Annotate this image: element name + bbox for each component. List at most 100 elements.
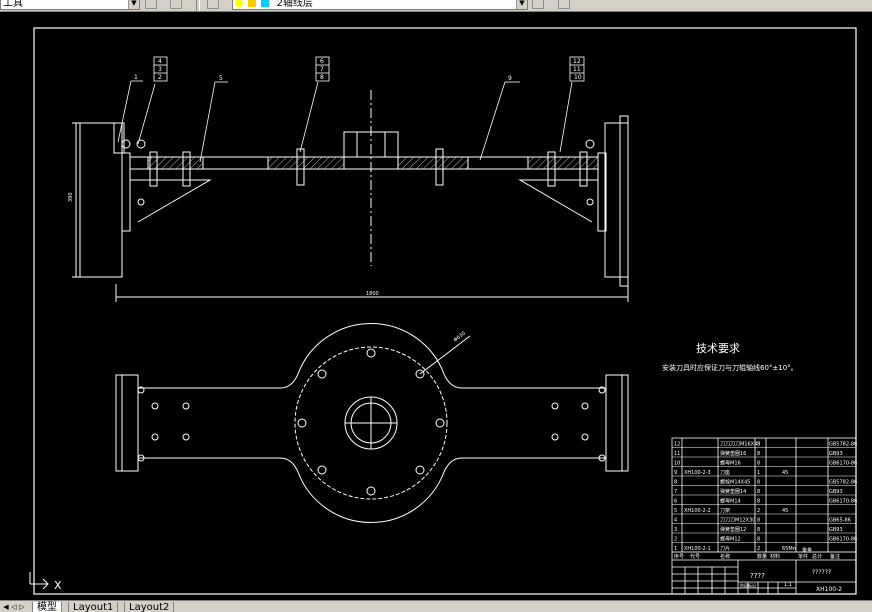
- bom-cell-qty: 8: [757, 518, 760, 524]
- bom-cell-no: 1: [674, 546, 677, 552]
- title-scale: 1:1: [784, 582, 792, 588]
- bom-header-total: 总计: [812, 553, 822, 560]
- bom-cell-no: 6: [674, 499, 677, 505]
- bom-header-remark: 备注: [830, 553, 840, 560]
- chevron-down-icon[interactable]: ▼: [516, 0, 527, 9]
- sun-icon: [248, 0, 257, 7]
- bom-cell-qty: 1: [757, 470, 760, 476]
- bom-cell-qty: 8: [757, 461, 760, 467]
- layer-previous-icon[interactable]: [558, 0, 570, 9]
- lightbulb-icon: [235, 0, 243, 7]
- bom-cell-std: GB93: [829, 451, 843, 457]
- bom-cell-std: GB5782-86: [829, 442, 857, 448]
- bom-cell-name: 弹簧垫圈14: [720, 488, 746, 495]
- ucs-x-label: X: [54, 579, 62, 592]
- balloon-4: 4: [158, 58, 162, 65]
- style-manager-icon[interactable]: [145, 0, 157, 9]
- bom-cell-qty: 2: [757, 508, 760, 514]
- bom-cell-code: XH100-2-1: [684, 546, 711, 552]
- title-company: ??????: [812, 569, 831, 576]
- bom-cell-std: GB6170-86: [829, 537, 857, 543]
- bom-cell-code: XH100-2-3: [684, 470, 711, 476]
- bom-cell-no: 10: [674, 461, 680, 467]
- bom-cell-name: 螺母M14: [720, 498, 741, 505]
- text-style-value: 工具: [3, 0, 23, 9]
- properties-toolbar: 工具 ▼ 2轴线层 ▼: [0, 0, 872, 12]
- bom-cell-qty: 8: [757, 489, 760, 495]
- bom-cell-name: 弹簧垫圈12: [720, 526, 746, 533]
- bom-cell-no: 3: [674, 527, 677, 533]
- layer-combo-value: 2轴线层: [276, 0, 313, 9]
- chevron-down-icon[interactable]: ▼: [128, 0, 139, 9]
- bom-cell-std: GB6170-86: [829, 461, 857, 467]
- bom-cell-qty: 8: [757, 527, 760, 533]
- bom-cell-std: GB93: [829, 527, 843, 533]
- bom-cell-no: 2: [674, 537, 677, 543]
- bom-cell-name: 刀片: [720, 545, 730, 552]
- bom-cell-name: 弹簧垫圈16: [720, 450, 746, 457]
- bom-cell-mat: 45: [782, 470, 788, 476]
- dim-width-label: 1800: [366, 291, 379, 297]
- bom-cell-std: GB93: [829, 489, 843, 495]
- balloon-12: 12: [573, 58, 581, 65]
- bom-header-unit: 单件: [798, 553, 808, 560]
- balloon-7: 7: [320, 66, 324, 73]
- balloon-2: 2: [158, 74, 162, 81]
- layout-tab-bar: ◀ ◁ ▷ 模型 Layout1 Layout2: [0, 600, 872, 612]
- bom-cell-qty: 8: [757, 480, 760, 486]
- title-drawing-no: XH100-2: [816, 586, 842, 593]
- bom-header-mat: 材料: [770, 553, 780, 560]
- bom-header-name: 名称: [720, 553, 730, 560]
- plan-view: Φ630: [115, 322, 629, 524]
- bom-cell-no: 5: [674, 508, 677, 514]
- text-style-combo[interactable]: 工具 ▼: [0, 0, 140, 10]
- bom-cell-qty: 8: [757, 537, 760, 543]
- bom-cell-code: XH100-2-2: [684, 508, 711, 514]
- dim-style-icon[interactable]: [170, 0, 182, 9]
- bom-cell-qty: 8: [757, 499, 760, 505]
- drawing-border: [33, 27, 857, 595]
- balloon-8-bolt: 8: [320, 74, 324, 81]
- bom-cell-name: 螺母M12: [720, 536, 741, 543]
- bom-cell-mat: 65Mn: [782, 546, 796, 552]
- front-view: 390 1800 1 2 3 4 5 6 7 8 9 10 11 12: [68, 56, 629, 302]
- balloon-11: 11: [573, 66, 581, 73]
- bom-cell-name: 刀座: [720, 469, 730, 476]
- balloon-3: 3: [158, 66, 162, 73]
- title-part-name: ????: [750, 572, 765, 580]
- bom-cell-no: 12: [674, 442, 680, 448]
- layer-combo[interactable]: 2轴线层 ▼: [232, 0, 528, 10]
- drawing-canvas[interactable]: 390 1800 1 2 3 4 5 6 7 8 9 10 11 12 Φ630…: [0, 12, 872, 600]
- bom-cell-name: 螺母M16: [720, 460, 741, 467]
- bom-header-code: 代号: [690, 553, 700, 560]
- balloon-5: 5: [219, 75, 223, 82]
- bom-cell-no: 7: [674, 489, 677, 495]
- bom-cell-no: 9: [674, 470, 677, 476]
- bom-cell-mat: 45: [782, 508, 788, 514]
- ucs-icon: [29, 572, 49, 590]
- layer-manager-icon[interactable]: [207, 0, 219, 9]
- balloon-10: 10: [574, 74, 582, 81]
- bom-cell-no: 11: [674, 451, 680, 457]
- dim-diameter-label: Φ630: [453, 331, 467, 344]
- bom-cell-std: GB6170-86: [829, 499, 857, 505]
- bom-cell-std: GB65-86: [829, 518, 851, 524]
- balloon-1: 1: [134, 74, 138, 81]
- bom-cell-name: 刀刀刀刀M16X45: [720, 442, 760, 448]
- bom-header-qty: 数量: [757, 553, 767, 560]
- bom-cell-std: GB5782-86: [829, 480, 857, 486]
- balloon-9: 9: [508, 75, 512, 82]
- make-layer-current-icon[interactable]: [532, 0, 544, 9]
- color-swatch-icon: [261, 0, 270, 7]
- bom-cell-name: 螺栓M14X45: [720, 479, 750, 486]
- bom-cell-qty: 2: [757, 546, 760, 552]
- bom-header-no: 序号: [674, 553, 684, 560]
- bom-cell-no: 4: [674, 518, 677, 524]
- dim-height-label: 390: [68, 192, 74, 202]
- bom-cell-name: 刀架: [720, 508, 730, 514]
- bom-cell-qty: 8: [757, 442, 760, 448]
- tech-requirements-title: 技术要求: [696, 342, 740, 355]
- tech-requirements-note: 安装刀具时应保证刀与刀辊轴线60°±10°。: [662, 363, 798, 372]
- bom-header-weight: 重量: [802, 547, 812, 554]
- bom-cell-name: 刀刀刀M12X30: [720, 518, 755, 524]
